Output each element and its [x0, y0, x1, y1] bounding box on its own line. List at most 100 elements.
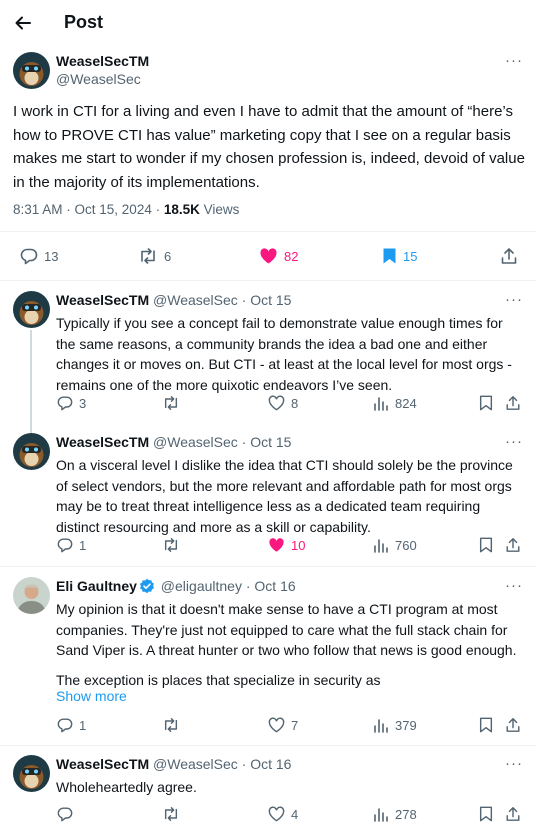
bookmark-icon [479, 395, 493, 411]
views-button[interactable]: 379 [373, 717, 417, 733]
views-button[interactable]: 278 [373, 806, 417, 822]
reply-author-name[interactable]: WeaselSecTM [56, 292, 149, 308]
heart-icon [268, 717, 285, 733]
heart-icon [268, 395, 285, 411]
bookmark-icon [479, 717, 493, 733]
bookmark-button[interactable] [479, 395, 493, 411]
reply-button[interactable]: 1 [57, 717, 86, 733]
reply-icon [57, 718, 73, 733]
repost-icon [164, 718, 178, 732]
show-more-link[interactable]: Show more [56, 688, 127, 704]
avatar[interactable] [13, 577, 50, 614]
views-icon [374, 808, 388, 822]
reply-author-name[interactable]: Eli Gaultney [56, 578, 137, 594]
reply-text: My opinion is that it doesn't make sense… [56, 601, 517, 658]
reply-handle-date[interactable]: @eligaultney · Oct 16 [157, 578, 296, 594]
reply-icon [57, 807, 73, 822]
reply-handle-date[interactable]: @WeaselSec · Oct 15 [149, 292, 291, 308]
share-icon [506, 807, 520, 821]
post-timestamp[interactable]: 8:31 AM · Oct 15, 2024 · [13, 202, 164, 217]
avatar[interactable] [13, 291, 50, 328]
views-icon [374, 539, 388, 553]
like-button[interactable]: 10 [268, 537, 305, 553]
reply-count: 1 [79, 537, 87, 553]
reply-header: WeaselSecTM @WeaselSec · Oct 16 [56, 756, 291, 772]
like-button[interactable]: 8 [268, 395, 298, 411]
avatar[interactable] [13, 52, 50, 89]
views-count: 18.5K [163, 202, 200, 217]
share-button[interactable] [505, 537, 521, 553]
repost-icon [164, 396, 178, 410]
like-count: 8 [291, 395, 299, 411]
reply-icon [57, 396, 73, 411]
reply-handle-date[interactable]: @WeaselSec · Oct 15 [149, 434, 291, 450]
reply-button[interactable]: 1 [57, 537, 86, 553]
thread-line [30, 330, 32, 433]
repost-button[interactable] [162, 537, 180, 553]
author-handle[interactable]: @WeaselSec [56, 71, 141, 87]
post-action-bar: 13 6 82 15 [0, 243, 536, 269]
reply-button[interactable]: 3 [57, 395, 86, 411]
views-count: 824 [395, 395, 417, 411]
heart-icon [268, 806, 285, 822]
reply-button[interactable] [57, 806, 73, 822]
reply-text: Typically if you see a concept fail to d… [56, 315, 512, 393]
views-count: 379 [395, 717, 417, 733]
repost-button[interactable] [162, 806, 180, 822]
more-icon[interactable]: ··· [505, 755, 523, 772]
more-icon[interactable]: ··· [505, 433, 523, 450]
heart-icon [269, 538, 284, 552]
reply-author-name[interactable]: WeaselSecTM [56, 434, 149, 450]
reply-icon [57, 538, 73, 553]
bookmark-count: 15 [403, 248, 418, 264]
divider [0, 231, 536, 232]
share-button[interactable] [505, 395, 521, 411]
reply-header: WeaselSecTM @WeaselSec · Oct 15 [56, 434, 291, 450]
heart-icon [260, 248, 277, 264]
views-count: 278 [395, 806, 417, 822]
page-title: Post [64, 12, 104, 32]
author-name[interactable]: WeaselSecTM [56, 53, 149, 69]
more-icon[interactable]: ··· [505, 52, 523, 69]
views-icon [374, 719, 388, 733]
avatar[interactable] [13, 433, 50, 470]
share-button[interactable] [500, 247, 518, 265]
repost-count: 6 [164, 248, 172, 264]
repost-button[interactable] [162, 395, 180, 411]
reply-count: 13 [44, 248, 59, 264]
reply-button[interactable]: 13 [20, 247, 58, 265]
avatar[interactable] [13, 755, 50, 792]
bookmark-button[interactable] [479, 806, 493, 822]
bookmark-button[interactable]: 15 [382, 247, 417, 265]
share-icon [506, 718, 520, 732]
like-count: 4 [291, 806, 299, 822]
share-icon [501, 248, 517, 264]
more-icon[interactable]: ··· [505, 577, 523, 594]
share-button[interactable] [505, 806, 521, 822]
reply-author-name[interactable]: WeaselSecTM [56, 756, 149, 772]
repost-icon [141, 248, 155, 264]
more-icon[interactable]: ··· [505, 291, 523, 308]
views-count: 760 [395, 537, 417, 553]
share-button[interactable] [505, 717, 521, 733]
post-text: I work in CTI for a living and even I ha… [13, 103, 525, 191]
bookmark-button[interactable] [479, 537, 493, 553]
verified-badge-icon [139, 578, 154, 594]
back-arrow-icon[interactable] [12, 12, 34, 34]
reply-header: WeaselSecTM @WeaselSec · Oct 15 [56, 292, 291, 308]
views-button[interactable]: 824 [373, 395, 417, 411]
like-count: 7 [291, 717, 299, 733]
like-button[interactable]: 4 [268, 806, 298, 822]
like-button[interactable]: 7 [268, 717, 298, 733]
repost-button[interactable]: 6 [138, 247, 171, 265]
bookmark-icon [479, 537, 493, 553]
reply-handle-date[interactable]: @WeaselSec · Oct 16 [149, 756, 291, 772]
post-meta: 8:31 AM · Oct 15, 2024 · 18.5K Views [13, 202, 239, 217]
bookmark-icon [383, 248, 396, 264]
divider [0, 280, 536, 281]
like-button[interactable]: 82 [259, 247, 298, 265]
views-button[interactable]: 760 [373, 537, 417, 553]
repost-button[interactable] [162, 717, 180, 733]
views-label: Views [199, 202, 240, 217]
bookmark-button[interactable] [479, 717, 493, 733]
